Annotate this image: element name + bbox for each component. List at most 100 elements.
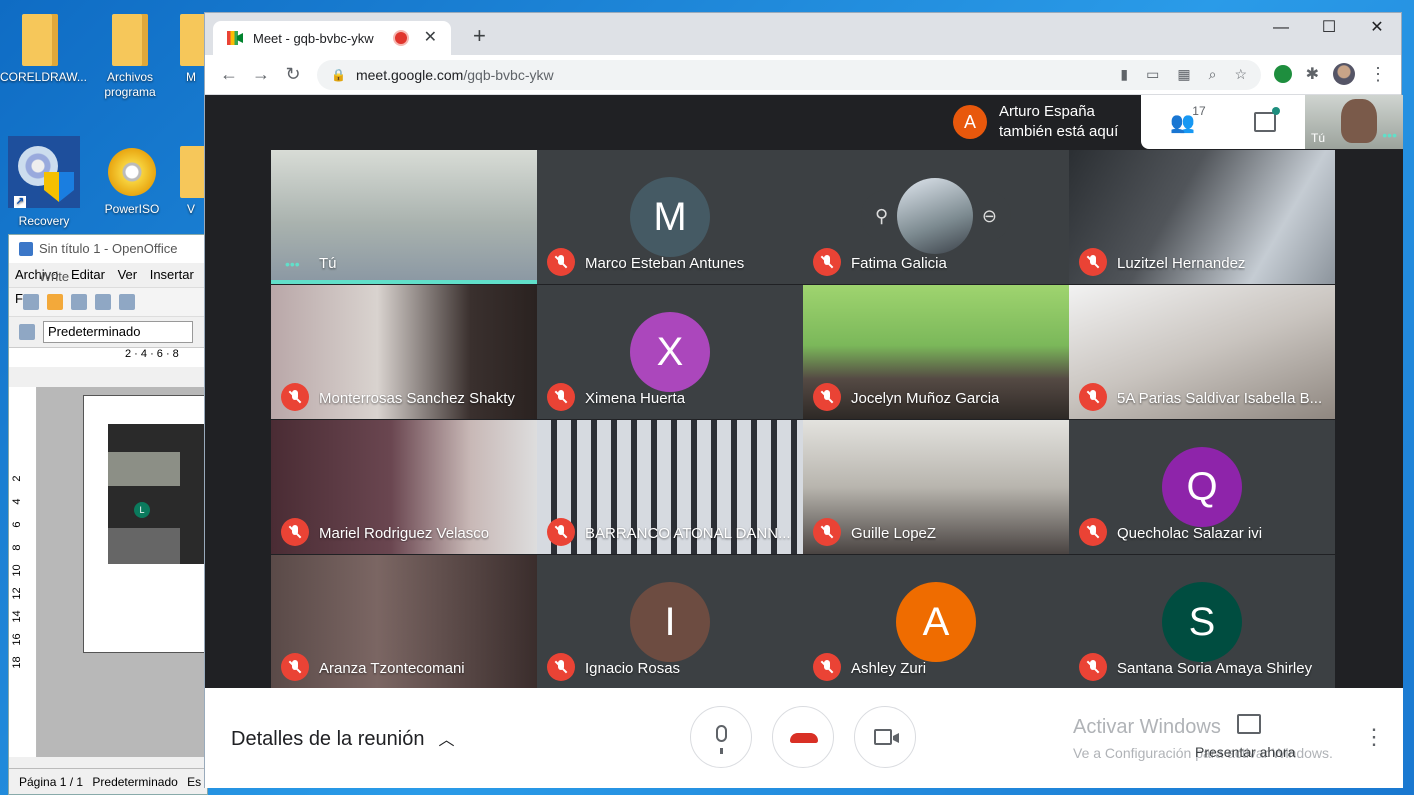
browser-menu-icon[interactable]: ⋮ [1369, 64, 1387, 85]
extension-shield-icon[interactable] [1273, 65, 1292, 83]
save-icon[interactable] [71, 294, 87, 310]
participant-tile[interactable]: I Ignacio Rosas [537, 555, 803, 689]
more-options-icon[interactable]: ⋮ [1363, 724, 1385, 750]
extensions-puzzle-icon[interactable]: ✱ [1306, 64, 1319, 84]
desktop-icon-recovery[interactable]: ↗ Recovery [4, 136, 84, 229]
pin-icon[interactable]: ⚲ [875, 206, 888, 227]
present-screen-icon[interactable] [1237, 714, 1261, 734]
chrome-window[interactable]: Meet - gqb-bvbc-ykw ✕ + — ☐ ✕ ← → ↻ 🔒 me… [204, 12, 1403, 788]
maximize-button[interactable]: ☐ [1305, 13, 1353, 43]
openoffice-window[interactable]: Sin título 1 - OpenOffice Write Archivo … [8, 234, 208, 795]
openoffice-statusbar: Página 1 / 1 Predeterminado Es [9, 768, 207, 794]
paragraph-style-select[interactable]: Predeterminado [43, 321, 193, 343]
zoom-icon[interactable]: ⌕ [1209, 66, 1217, 83]
styles-icon[interactable] [19, 324, 35, 340]
document-page[interactable]: L [83, 395, 207, 653]
participant-tile[interactable]: Aranza Tzontecomani [271, 555, 537, 689]
self-view-thumbnail[interactable]: Tú ••• [1305, 95, 1403, 149]
mic-off-icon [1079, 518, 1107, 546]
browser-toolbar: ← → ↻ 🔒 meet.google.com/gqb-bvbc-ykw ▮ ▭… [205, 55, 1401, 95]
participant-tile[interactable]: A Ashley Zuri [803, 555, 1069, 689]
participant-name: Fatima Galicia [851, 255, 947, 272]
leave-call-button[interactable] [772, 706, 834, 768]
desktop-icon-poweriso[interactable]: PowerISO [92, 136, 172, 217]
participant-name: 5A Parias Saldivar Isabella B... [1117, 390, 1323, 407]
participant-tile[interactable]: Guille LopeZ [803, 420, 1069, 554]
participant-tile[interactable]: Jocelyn Muñoz Garcia [803, 285, 1069, 419]
back-icon[interactable]: ← [213, 64, 245, 85]
reload-icon[interactable]: ↻ [277, 64, 309, 85]
lock-icon[interactable]: 🔒 [331, 68, 346, 82]
participant-tile[interactable]: Mariel Rodriguez Velasco [271, 420, 537, 554]
participant-tile[interactable]: Luzitzel Hernandez [1069, 150, 1335, 284]
more-dots-icon[interactable]: ••• [1382, 127, 1397, 143]
camera-button[interactable] [854, 706, 916, 768]
vertical-ruler: 2 4 6 8 10 12 14 16 18 [9, 387, 37, 757]
mic-off-icon [547, 653, 575, 681]
remove-icon[interactable]: ⊖ [982, 206, 997, 227]
cast-icon[interactable]: ▭ [1146, 66, 1159, 83]
mic-off-icon [547, 248, 575, 276]
edit-icon[interactable] [119, 294, 135, 310]
meeting-details-button[interactable]: Detalles de la reunión ︿ [231, 726, 454, 751]
desktop-icon-m[interactable]: M [176, 4, 206, 85]
participant-tile[interactable]: M Marco Esteban Antunes [537, 150, 803, 284]
menu-editar[interactable]: Editar [71, 267, 105, 282]
desktop-icon-archivos-programa[interactable]: Archivos programa [90, 4, 170, 100]
address-bar[interactable]: 🔒 meet.google.com/gqb-bvbc-ykw ▮ ▭ ▦ ⌕ ☆ [317, 60, 1261, 90]
participant-tile[interactable]: S Santana Soria Amaya Shirley [1069, 555, 1335, 689]
present-now-button[interactable]: Presentar ahora [1195, 744, 1295, 760]
minimize-button[interactable]: — [1257, 13, 1305, 43]
tab-meet[interactable]: Meet - gqb-bvbc-ykw ✕ [213, 21, 451, 55]
participants-button[interactable]: 👥 17 [1170, 104, 1205, 135]
menu-insertar[interactable]: Insertar [150, 267, 194, 282]
microphone-icon [716, 725, 727, 754]
more-dots-icon[interactable]: ••• [285, 256, 300, 272]
open-folder-icon[interactable] [47, 294, 63, 310]
openoffice-title: Sin título 1 - OpenOffice Write [9, 235, 207, 284]
chat-icon[interactable] [1253, 107, 1280, 132]
chevron-up-icon: ︿ [438, 732, 455, 749]
self-view-label: Tú [1311, 131, 1326, 145]
participant-name: Santana Soria Amaya Shirley [1117, 660, 1313, 677]
shortcut-arrow-icon: ↗ [14, 196, 26, 208]
omnibox-actions: ▮ ▭ ▦ ⌕ ☆ [1120, 66, 1247, 83]
url-path: /gqb-bvbc-ykw [463, 67, 554, 83]
mic-off-icon [1079, 248, 1107, 276]
window-controls: — ☐ ✕ [1257, 13, 1401, 43]
google-meet-icon [227, 31, 243, 45]
close-window-button[interactable]: ✕ [1353, 13, 1401, 43]
new-tab-button[interactable]: + [473, 25, 486, 47]
profile-avatar[interactable] [1333, 63, 1355, 85]
desktop-icon-label: V [186, 202, 195, 216]
desktop-icon-v[interactable]: V [176, 136, 206, 217]
participant-tile[interactable]: BARRANCO ATONAL DANN... [537, 420, 803, 554]
participant-tile[interactable]: Q Quecholac Salazar ivi [1069, 420, 1335, 554]
forward-icon[interactable]: → [245, 64, 277, 85]
self-video [1341, 99, 1377, 143]
participant-tile[interactable]: ⚲ ⊖ Fatima Galicia [803, 150, 1069, 284]
microphone-button[interactable] [690, 706, 752, 768]
new-document-icon[interactable] [23, 294, 39, 310]
participant-name: Mariel Rodriguez Velasco [319, 525, 490, 542]
horizontal-ruler: 2 · 4 · 6 · 8 [9, 347, 207, 367]
folder-icon [108, 14, 152, 66]
email-icon[interactable] [95, 294, 111, 310]
qr-code-icon[interactable]: ▦ [1177, 66, 1190, 83]
desktop-icon-coreldraw[interactable]: CORELDRAW... [0, 4, 87, 85]
participant-name: Monterrosas Sanchez Shakty [319, 390, 515, 407]
folder-icon [18, 14, 62, 66]
document-area[interactable]: 2 4 6 8 10 12 14 16 18 L [9, 387, 207, 757]
participant-tile[interactable]: Monterrosas Sanchez Shakty [271, 285, 537, 419]
participant-tile[interactable]: 5A Parias Saldivar Isabella B... [1069, 285, 1335, 419]
bookmark-star-icon[interactable]: ☆ [1234, 66, 1247, 83]
participant-tile[interactable]: X Ximena Huerta [537, 285, 803, 419]
menu-formato[interactable]: F [15, 291, 23, 306]
close-tab-icon[interactable]: ✕ [424, 27, 437, 47]
camera-in-use-icon[interactable]: ▮ [1120, 66, 1128, 83]
menu-ver[interactable]: Ver [118, 267, 138, 282]
notice-name: Arturo España [999, 103, 1095, 120]
participant-name: Jocelyn Muñoz Garcia [851, 390, 1000, 407]
mic-off-icon [813, 518, 841, 546]
participant-tile[interactable]: ••• Tú [271, 150, 537, 284]
